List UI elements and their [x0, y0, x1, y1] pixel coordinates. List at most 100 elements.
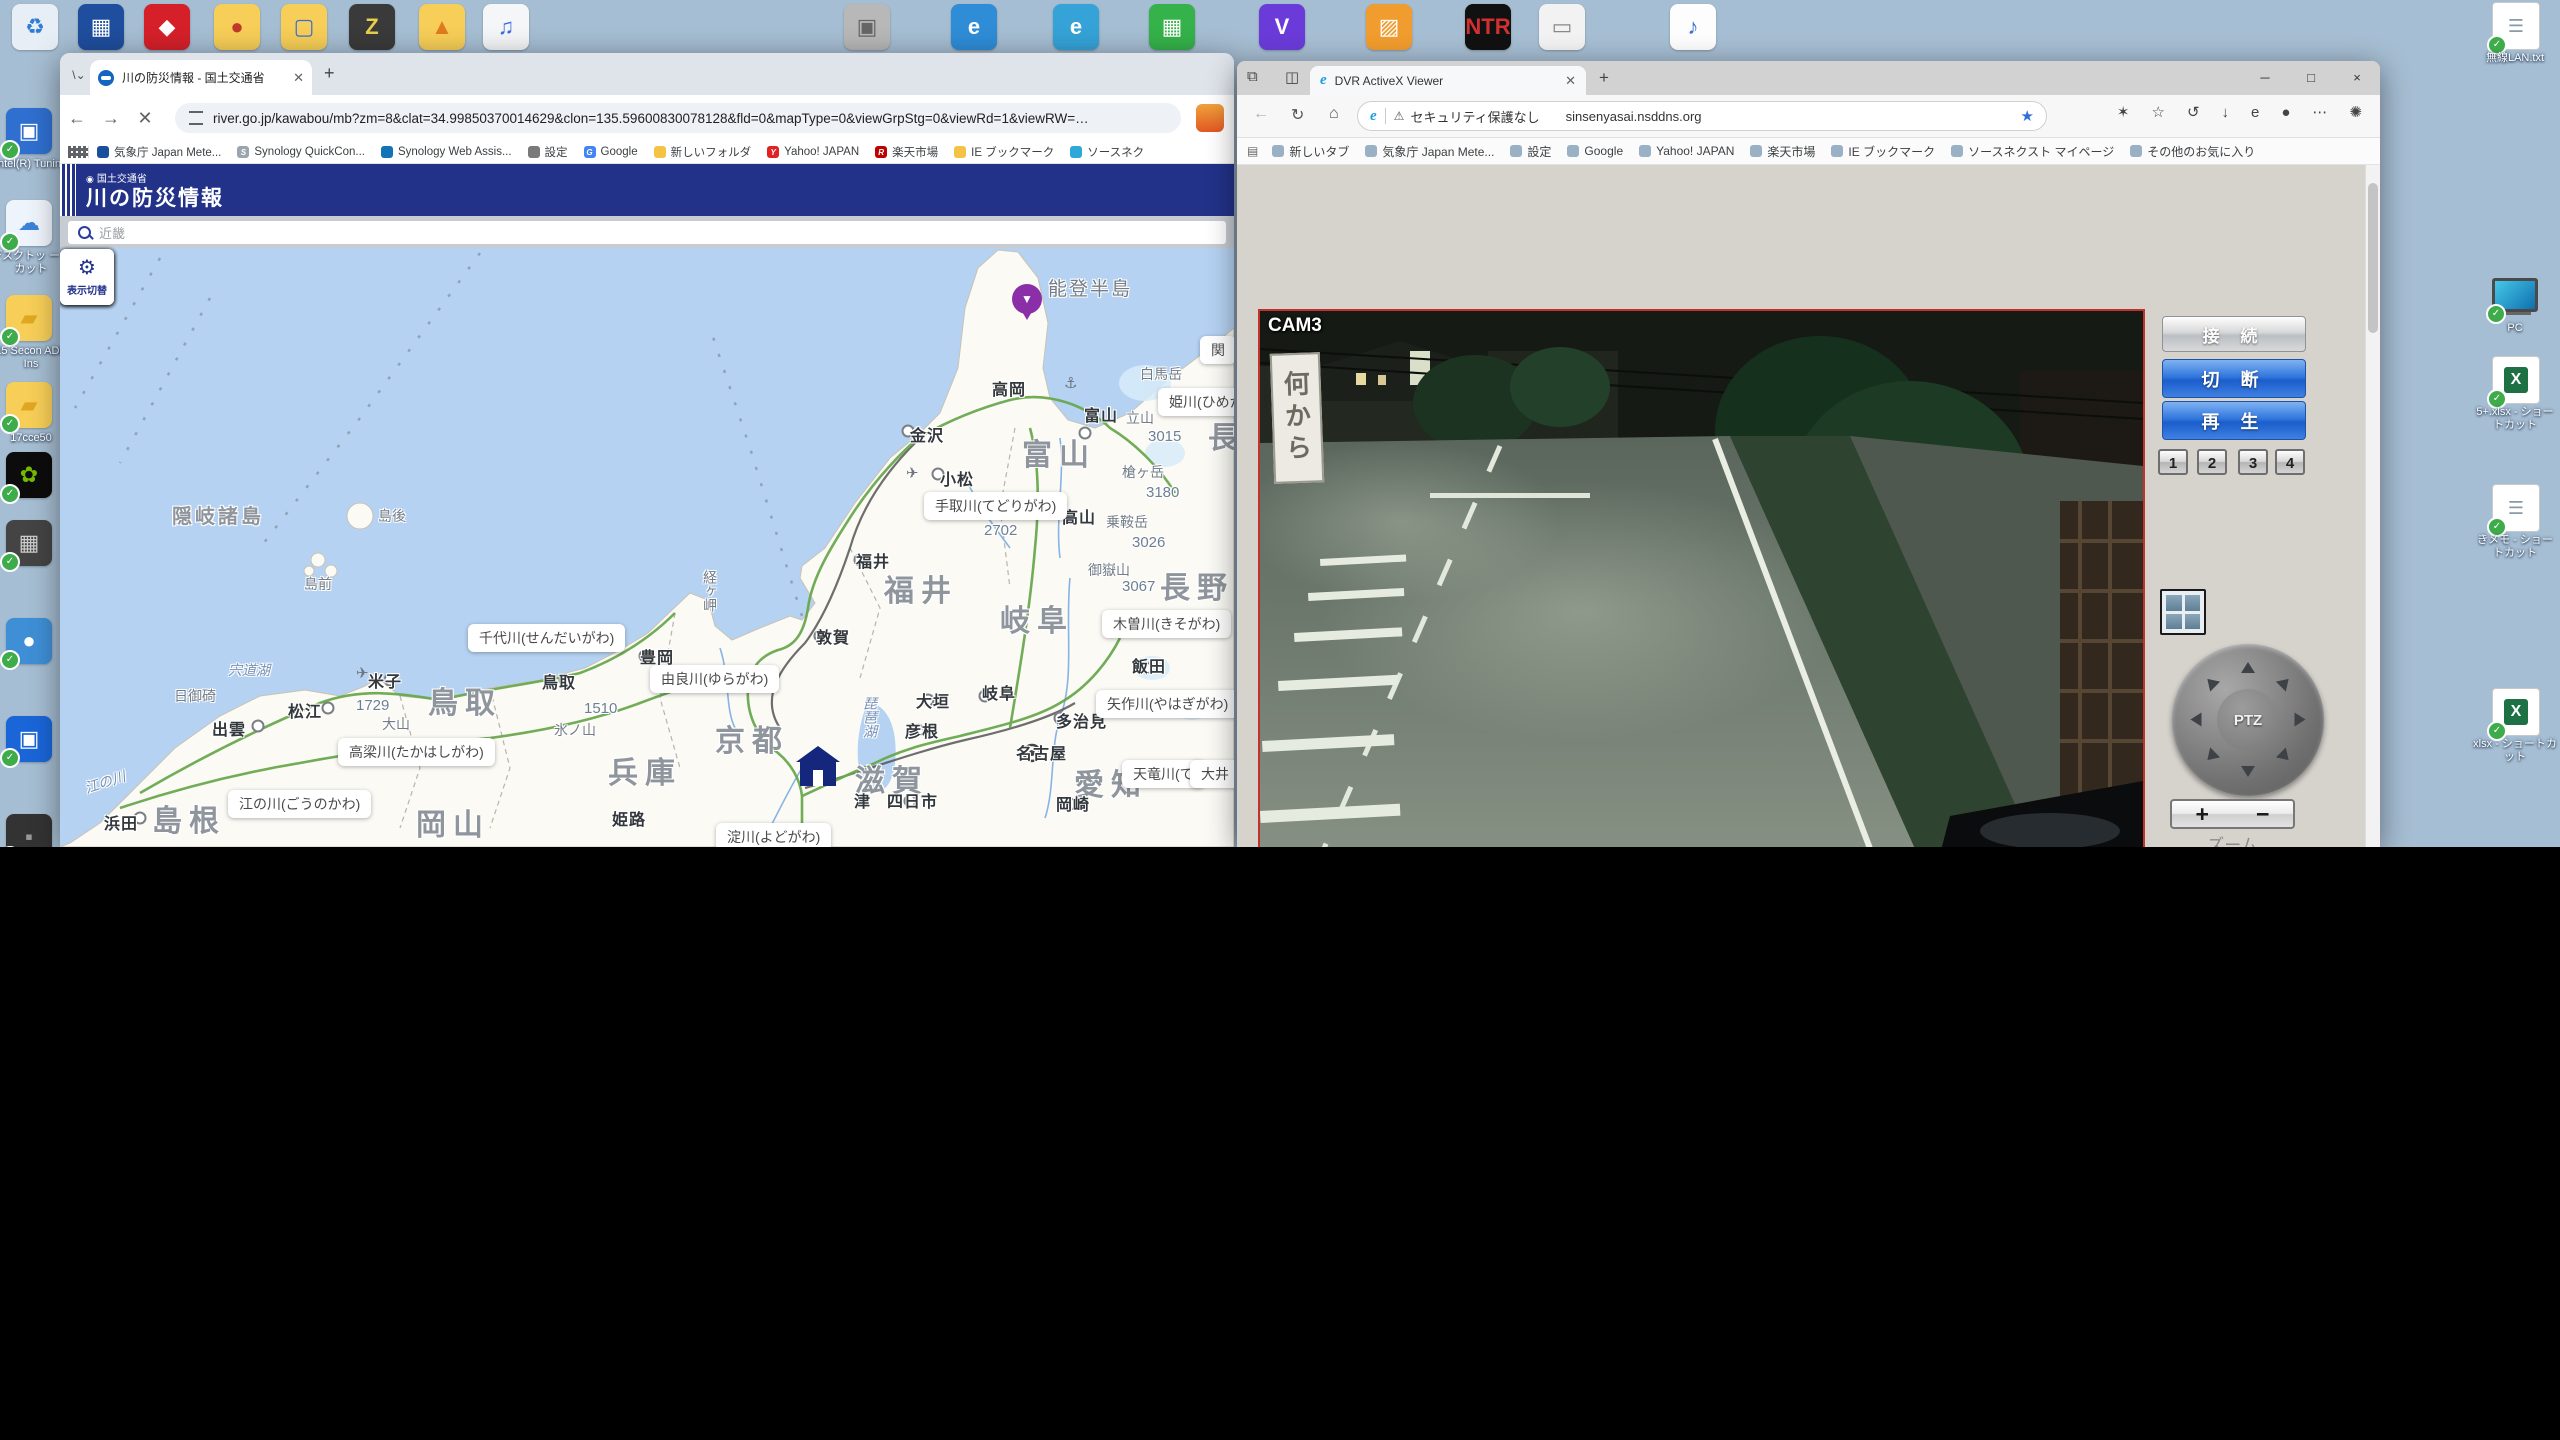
folder-cone-icon[interactable]: ▲ — [419, 4, 465, 50]
edge-browser-icon-2[interactable]: e — [1053, 4, 1099, 50]
red-app-shortcut-icon[interactable]: ◆ — [144, 4, 190, 50]
bookmark-item[interactable]: G Google — [584, 146, 638, 158]
address-bar[interactable]: e ⚠ セキュリティ保護なし sinsenyasai.nsddns.org ★ — [1357, 101, 2047, 131]
profile-avatar-icon[interactable]: ● — [2281, 104, 2290, 121]
bookmark-item[interactable]: その他のお気に入り — [2130, 143, 2255, 160]
bookmark-item[interactable]: 設定 — [1510, 143, 1551, 160]
bookmark-item[interactable]: 楽天市場 — [1750, 143, 1815, 160]
blue-app-shortcut[interactable]: ● — [6, 618, 52, 664]
favorites-icon[interactable]: ☆ — [2151, 103, 2164, 121]
apps-grid-icon[interactable] — [68, 146, 89, 158]
new-tab-icon[interactable]: + — [1599, 68, 1609, 88]
river-station-tooltip[interactable]: 高梁川(たかはしがわ) — [338, 738, 495, 766]
stop-loading-icon[interactable]: ✕ — [128, 108, 162, 129]
recycle-bin-icon[interactable]: ♻ — [12, 4, 58, 50]
bookmark-item[interactable]: 設定 — [528, 144, 568, 160]
maximize-button[interactable]: □ — [2288, 61, 2334, 95]
hash-folder[interactable]: ▰ — [6, 382, 52, 428]
address-bar[interactable]: river.go.jp/kawabou/mb?zm=8&clat=34.9985… — [175, 103, 1181, 133]
media-file-icon[interactable]: ♫ — [483, 4, 529, 50]
history-icon[interactable]: ↺ — [2187, 103, 2200, 121]
wireless-lan-txt[interactable] — [2492, 2, 2540, 50]
home-icon[interactable]: ⌂ — [1329, 105, 1339, 123]
page-scrollbar[interactable] — [2365, 165, 2380, 847]
bookmark-item[interactable]: S Synology QuickCon... — [237, 146, 365, 158]
zoom-plus-button[interactable]: + — [2196, 803, 2209, 826]
ptz-pad[interactable]: PTZ — [2172, 644, 2324, 796]
tab-close-icon[interactable]: ✕ — [1565, 73, 1576, 89]
new-tab-button[interactable]: + — [324, 63, 335, 84]
tab-actions-icon[interactable]: ◫ — [1285, 68, 1299, 86]
bookmark-item[interactable]: 気象庁 Japan Mete... — [97, 144, 221, 160]
river-station-tooltip[interactable]: 千代川(せんだいがわ) — [468, 624, 625, 652]
folder-red-icon[interactable]: ● — [214, 4, 260, 50]
channel-3-button[interactable]: 3 — [2238, 449, 2268, 475]
map-canvas[interactable]: ✈✈⚓ 隠岐諸島島後島前島根鳥取兵庫京都岡山福井岐阜富山滋賀愛知長野大阪長浜田出… — [60, 248, 1234, 847]
reload-icon[interactable]: ↻ — [1291, 105, 1304, 125]
forward-icon[interactable]: → — [94, 108, 128, 129]
site-info-icon[interactable] — [189, 111, 203, 125]
play-button[interactable]: 再 生 — [2162, 401, 2306, 440]
folder-blue-icon[interactable]: ▢ — [281, 4, 327, 50]
disconnect-button[interactable]: 切 断 — [2162, 359, 2306, 398]
minimize-button[interactable]: ─ — [2242, 61, 2288, 95]
camera-video[interactable]: CAM3 何から — [1258, 309, 2145, 847]
ptz-down-right-icon[interactable] — [2276, 747, 2294, 765]
ntr-app-icon[interactable]: NTR — [1465, 4, 1511, 50]
nvidia-shortcut[interactable]: ✿ — [6, 452, 52, 498]
sidebar-icon[interactable]: ▤ — [1247, 144, 1258, 158]
chrome-active-tab[interactable]: 川の防災情報 - 国土交通省 ✕ — [90, 60, 312, 95]
orange-folder-icon[interactable]: ▨ — [1366, 4, 1412, 50]
bookmark-item[interactable]: IE ブックマーク — [954, 144, 1054, 160]
ptz-right-icon[interactable] — [2295, 713, 2306, 727]
ptz-left-icon[interactable] — [2191, 713, 2202, 727]
ie-mode-icon[interactable]: e — [2251, 104, 2259, 121]
edge-browser-icon[interactable]: e — [951, 4, 997, 50]
channel-4-button[interactable]: 4 — [2275, 449, 2305, 475]
pc-icon[interactable] — [2492, 272, 2538, 318]
river-station-tooltip[interactable]: 大井 — [1190, 760, 1234, 788]
back-icon[interactable]: ← — [1253, 105, 1269, 123]
bookmark-item[interactable]: 新しいタブ — [1272, 143, 1349, 160]
search-input[interactable]: 近畿 — [68, 221, 1226, 244]
zoom-minus-button[interactable]: − — [2256, 803, 2269, 826]
bookmark-item[interactable]: ソースネク — [1070, 144, 1144, 160]
water-level-pin-icon[interactable]: ▼ — [1012, 284, 1042, 314]
nav-display-toggle[interactable]: ⚙ 表示切替 — [60, 249, 114, 305]
bookmark-item[interactable]: Google — [1567, 144, 1623, 158]
white-app-icon[interactable]: ▭ — [1539, 4, 1585, 50]
cpuz-icon[interactable]: Z — [349, 4, 395, 50]
workspaces-icon[interactable]: ⧉ — [1247, 68, 1258, 85]
bookmark-item[interactable]: 新しいフォルダ — [654, 144, 752, 160]
tab-close-icon[interactable]: ✕ — [293, 70, 304, 86]
bookmark-item[interactable]: Y Yahoo! JAPAN — [767, 146, 859, 158]
adb-installer-folder[interactable]: ▰ — [6, 295, 52, 341]
green-app-icon[interactable]: ▦ — [1149, 4, 1195, 50]
profile-avatar[interactable] — [1196, 104, 1224, 132]
music-file-icon[interactable]: ♪ — [1670, 4, 1716, 50]
close-button[interactable]: × — [2334, 61, 2380, 95]
desktop-cloud-shortcut[interactable]: ☁ — [6, 200, 52, 246]
river-station-tooltip[interactable]: 矢作川(やはぎがわ) — [1096, 690, 1234, 718]
extensions-icon[interactable]: ✶ — [2117, 103, 2130, 121]
zoom-control[interactable]: + − — [2170, 799, 2295, 829]
tab-search-chevron-icon[interactable]: \⌄ — [68, 64, 90, 86]
dark-app-shortcut[interactable]: ▦ — [6, 520, 52, 566]
bookmark-item[interactable]: R 楽天市場 — [875, 144, 938, 160]
quad-view-button[interactable] — [2160, 589, 2206, 635]
ptz-down-icon[interactable] — [2241, 766, 2255, 777]
river-station-tooltip[interactable]: 江の川(ごうのかわ) — [228, 790, 371, 818]
river-station-tooltip[interactable]: 由良川(ゆらがわ) — [650, 665, 779, 693]
ptz-up-right-icon[interactable] — [2276, 674, 2294, 692]
back-icon[interactable]: ← — [60, 108, 94, 129]
more-menu-icon[interactable]: ⋯ — [2312, 103, 2327, 121]
river-station-tooltip[interactable]: 姫川(ひめか — [1158, 388, 1234, 416]
xlsx-shortcut-1[interactable] — [2492, 356, 2540, 404]
bookmark-item[interactable]: ソースネクスト マイページ — [1951, 143, 2114, 160]
ptz-down-left-icon[interactable] — [2202, 747, 2220, 765]
ptz-center[interactable]: PTZ — [2217, 689, 2279, 751]
edge-active-tab[interactable]: e DVR ActiveX Viewer ✕ — [1310, 66, 1586, 95]
nas-server-shortcut-icon[interactable]: ▦ — [78, 4, 124, 50]
bookmark-item[interactable]: 気象庁 Japan Mete... — [1365, 143, 1494, 160]
ptz-up-icon[interactable] — [2241, 662, 2255, 673]
